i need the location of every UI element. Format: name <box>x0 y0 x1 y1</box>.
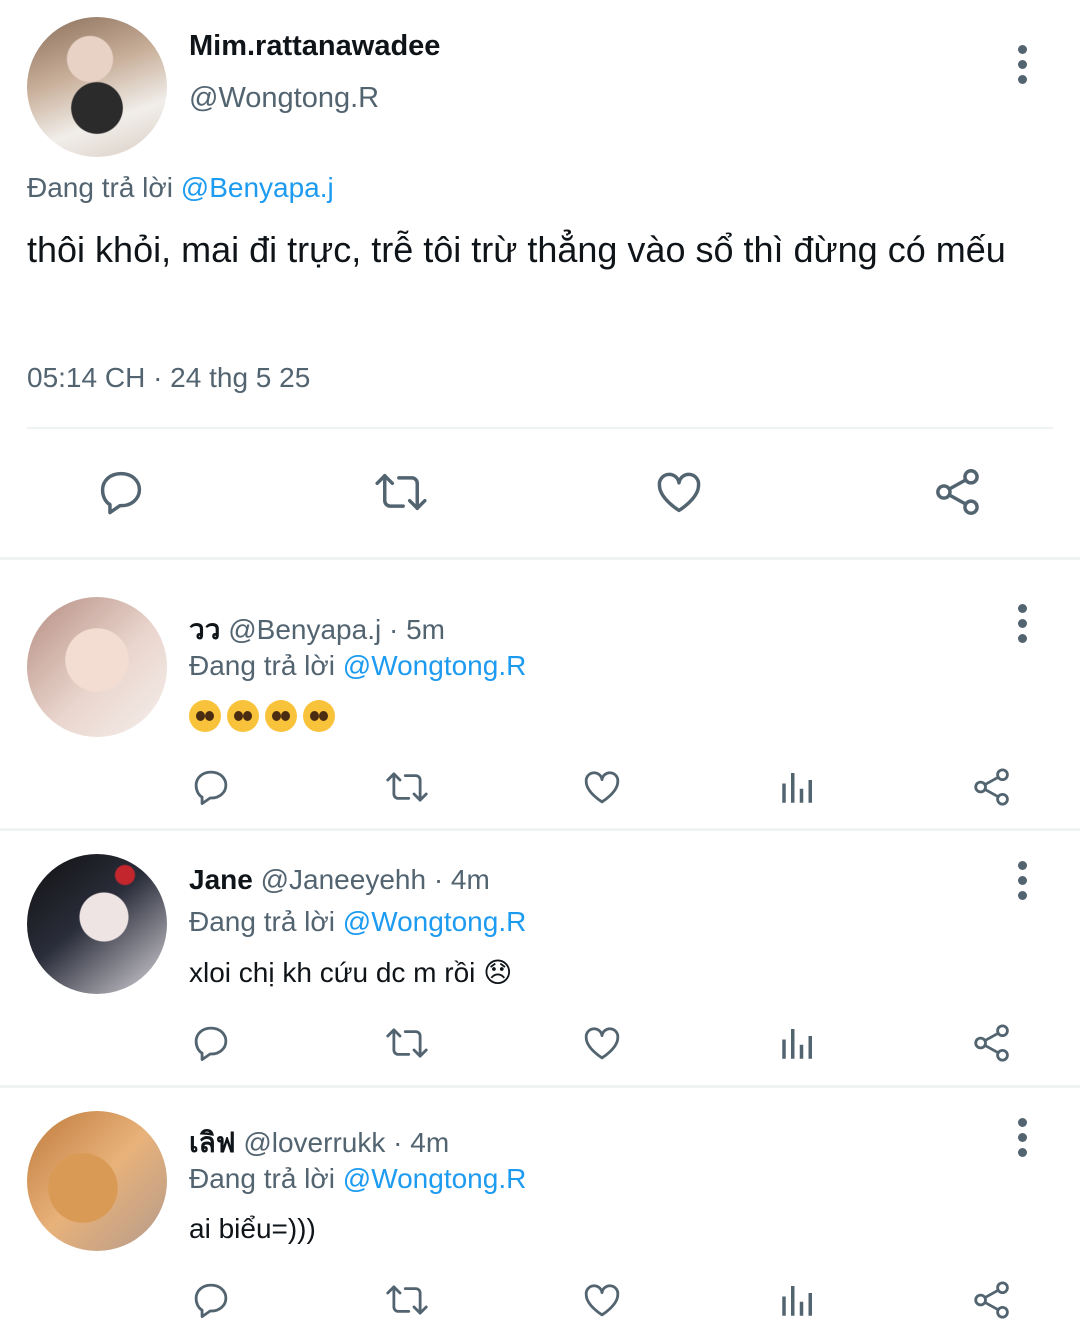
reply-text: xloi chị kh cứu dc m rồi 😞 <box>189 957 513 988</box>
share-icon[interactable] <box>971 1022 1013 1064</box>
divider <box>27 427 1053 429</box>
views-icon[interactable] <box>777 1022 819 1064</box>
retweet-icon[interactable] <box>384 1279 430 1321</box>
replying-prefix: Đang trả lời <box>27 172 173 203</box>
reply-avatar[interactable] <box>27 1111 167 1251</box>
replying-to: Đang trả lời @Wongtong.R <box>189 906 526 938</box>
replying-prefix: Đang trả lời <box>189 650 335 681</box>
views-icon[interactable] <box>777 766 819 808</box>
reply-avatar[interactable] <box>27 854 167 994</box>
pleading-emoji <box>303 699 335 732</box>
pleading-emoji <box>189 699 221 732</box>
tweet-timestamp[interactable]: 05:14 CH · 24 thg 5 25 <box>27 362 310 394</box>
replying-to-mention[interactable]: @Wongtong.R <box>343 1163 527 1194</box>
more-icon[interactable] <box>1018 861 1028 906</box>
reply-handle[interactable]: @Janeeyehh <box>261 864 426 895</box>
reply-avatar[interactable] <box>27 597 167 737</box>
pleading-emoji <box>265 699 297 732</box>
like-icon[interactable] <box>653 466 705 518</box>
share-icon[interactable] <box>971 1279 1013 1321</box>
divider <box>0 557 1080 560</box>
replying-to-mention[interactable]: @Wongtong.R <box>343 906 527 937</box>
reply-handle[interactable]: @loverrukk <box>243 1127 385 1158</box>
more-icon[interactable] <box>1018 1118 1028 1163</box>
views-icon[interactable] <box>777 1279 819 1321</box>
reply-time[interactable]: · 5m <box>389 614 445 645</box>
share-icon[interactable] <box>932 466 984 518</box>
pleading-emoji <box>227 699 259 732</box>
like-icon[interactable] <box>581 1022 623 1064</box>
reply-time[interactable]: · 4m <box>393 1127 449 1158</box>
retweet-icon[interactable] <box>384 1022 430 1064</box>
tweet-text: thôi khỏi, mai đi trực, trễ tôi trừ thẳn… <box>27 229 1006 270</box>
divider <box>0 1085 1080 1088</box>
reply-header: Jane @Janeeyehh · 4m <box>189 864 490 896</box>
divider <box>0 828 1080 831</box>
reply-icon[interactable] <box>190 1279 232 1321</box>
reply-text: ai biểu=))) <box>189 1213 316 1244</box>
reply-icon[interactable] <box>190 766 232 808</box>
reply-text: 🥺🥺🥺🥺 <box>189 698 341 732</box>
replying-to-mention[interactable]: @Wongtong.R <box>343 650 527 681</box>
author-avatar[interactable] <box>27 17 167 157</box>
more-icon[interactable] <box>1018 604 1028 649</box>
reply-time[interactable]: · 4m <box>434 864 490 895</box>
like-icon[interactable] <box>581 1279 623 1321</box>
replying-prefix: Đang trả lời <box>189 1163 335 1194</box>
replying-to: Đang trả lời @Wongtong.R <box>189 650 526 682</box>
reply-display-name[interactable]: Jane <box>189 864 253 895</box>
reply-handle[interactable]: @Benyapa.j <box>228 614 381 645</box>
reply-header: เลิฟ @loverrukk · 4m <box>189 1121 449 1165</box>
retweet-icon[interactable] <box>384 766 430 808</box>
reply-icon[interactable] <box>190 1022 232 1064</box>
replying-prefix: Đang trả lời <box>189 906 335 937</box>
share-icon[interactable] <box>971 766 1013 808</box>
replying-to: Đang trả lời @Wongtong.R <box>189 1163 526 1195</box>
retweet-icon[interactable] <box>372 466 430 518</box>
replying-to-mention[interactable]: @Benyapa.j <box>181 172 334 203</box>
reply-icon[interactable] <box>95 466 147 518</box>
reply-display-name[interactable]: เลิฟ <box>189 1127 236 1158</box>
author-handle[interactable]: @Wongtong.R <box>189 82 379 115</box>
reply-header: วว @Benyapa.j · 5m <box>189 608 445 652</box>
more-icon[interactable] <box>1018 45 1028 90</box>
reply-display-name[interactable]: วว <box>189 614 220 645</box>
replying-to: Đang trả lời @Benyapa.j <box>27 172 334 204</box>
author-display-name[interactable]: Mim.rattanawadee <box>189 30 440 63</box>
like-icon[interactable] <box>581 766 623 808</box>
